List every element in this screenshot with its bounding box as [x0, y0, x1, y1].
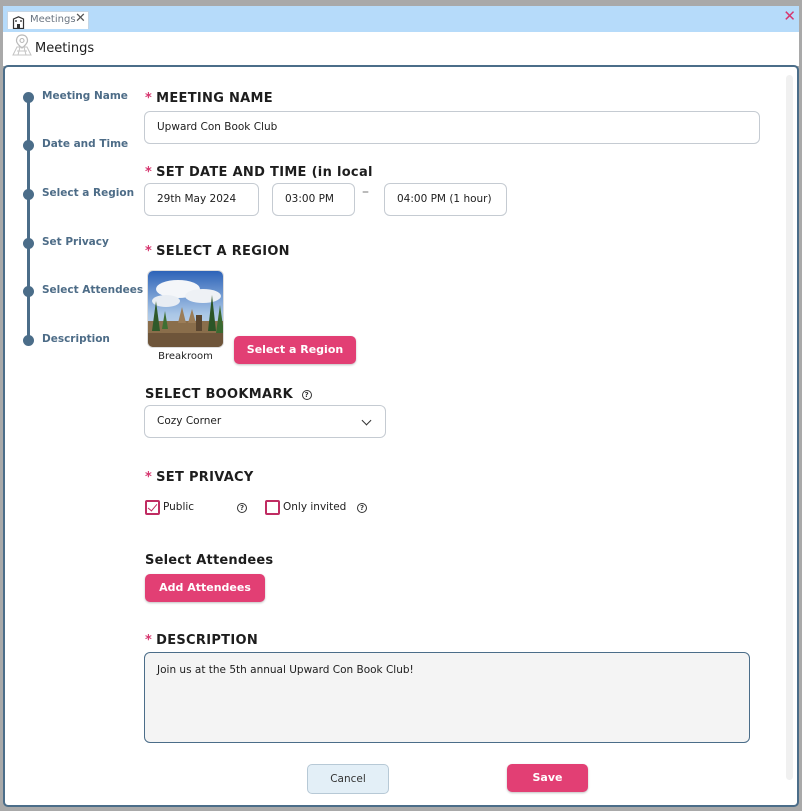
add-attendees-button[interactable]: Add Attendees — [145, 574, 265, 602]
step-meeting-name[interactable]: Meeting Name — [42, 90, 128, 102]
required-mark: * — [145, 91, 153, 106]
only-invited-label: Only invited — [283, 501, 347, 513]
building-icon — [12, 14, 25, 30]
chevron-down-icon — [361, 415, 372, 426]
step-dot — [23, 140, 34, 151]
bookmark-heading: SELECT BOOKMARK ? — [145, 387, 312, 402]
help-icon[interactable]: ? — [357, 503, 367, 513]
step-dot — [23, 238, 34, 249]
tab-close-icon[interactable]: ✕ — [75, 11, 86, 26]
step-select-region[interactable]: Select a Region — [42, 187, 134, 199]
description-heading: * DESCRIPTION — [145, 633, 258, 648]
step-dot — [23, 189, 34, 200]
tab-meetings[interactable]: Meetings ✕ — [7, 11, 89, 30]
step-dot — [23, 92, 34, 103]
save-button[interactable]: Save — [507, 764, 588, 792]
region-thumbnail[interactable] — [147, 270, 224, 348]
end-time-field[interactable]: 04:00 PM (1 hour) — [384, 183, 507, 216]
public-checkbox[interactable] — [145, 500, 160, 515]
date-time-heading: * SET DATE AND TIME (in local — [145, 165, 373, 180]
step-set-privacy[interactable]: Set Privacy — [42, 236, 109, 248]
start-time-field[interactable]: 03:00 PM — [272, 183, 355, 216]
cancel-button[interactable]: Cancel — [307, 764, 389, 794]
required-mark: * — [145, 244, 153, 259]
scrollbar[interactable] — [786, 75, 793, 780]
step-select-attendees[interactable]: Select Attendees — [42, 284, 143, 296]
window-close-icon[interactable]: ✕ — [783, 7, 796, 25]
required-mark: * — [145, 165, 153, 180]
date-field[interactable]: 29th May 2024 — [144, 183, 259, 216]
title-bar: Meetings — [3, 32, 799, 66]
page-title: Meetings — [35, 41, 95, 56]
tab-bar: Meetings ✕ ✕ — [3, 6, 799, 32]
region-name: Breakroom — [158, 351, 213, 362]
step-date-time[interactable]: Date and Time — [42, 138, 128, 150]
map-pin-icon — [11, 33, 33, 57]
meeting-form-panel: Meeting Name Date and Time Select a Regi… — [3, 65, 799, 807]
stepper-line — [27, 95, 30, 341]
public-label: Public — [163, 501, 195, 513]
bookmark-selected: Cozy Corner — [157, 415, 222, 427]
select-region-button[interactable]: Select a Region — [234, 336, 356, 364]
required-mark: * — [145, 633, 153, 648]
step-dot — [23, 286, 34, 297]
bookmark-dropdown[interactable]: Cozy Corner — [144, 405, 386, 438]
meeting-name-input[interactable]: Upward Con Book Club — [144, 111, 760, 144]
time-separator: – — [362, 184, 369, 200]
required-mark: * — [145, 470, 153, 485]
description-textarea[interactable]: Join us at the 5th annual Upward Con Boo… — [144, 652, 750, 743]
privacy-heading: * SET PRIVACY — [145, 470, 254, 485]
region-heading: * SELECT A REGION — [145, 244, 290, 259]
attendees-heading: Select Attendees — [145, 553, 274, 568]
tab-label: Meetings — [30, 14, 76, 25]
only-invited-checkbox[interactable] — [265, 500, 280, 515]
meeting-name-heading: * MEETING NAME — [145, 91, 273, 106]
step-dot — [23, 335, 34, 346]
help-icon[interactable]: ? — [237, 503, 247, 513]
help-icon[interactable]: ? — [301, 389, 312, 400]
step-description[interactable]: Description — [42, 333, 110, 345]
